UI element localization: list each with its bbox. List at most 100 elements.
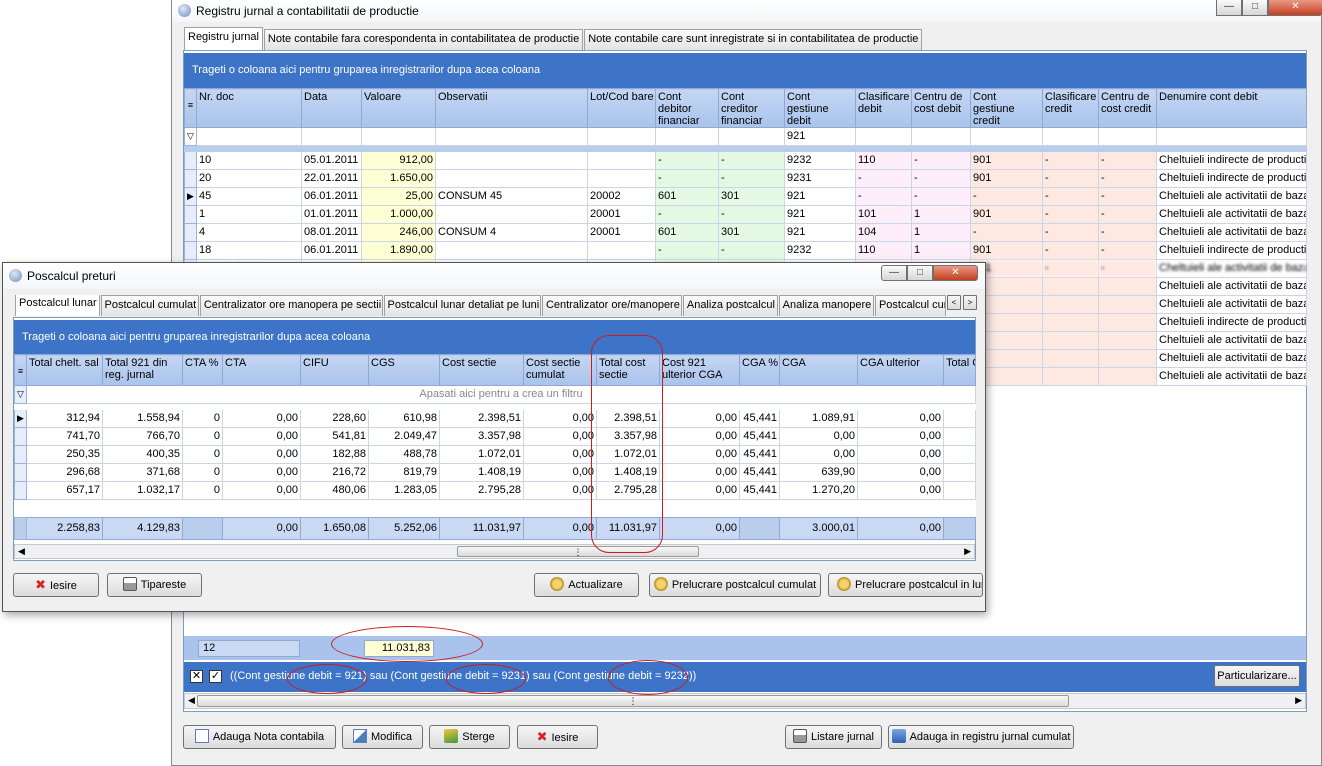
cell[interactable]: - <box>1042 241 1099 260</box>
cell[interactable]: 819,79 <box>368 463 440 482</box>
tab-postcalcul-cumulat[interactable]: Postcalcul cumulat <box>100 295 199 316</box>
cell[interactable]: - <box>655 151 719 170</box>
tab-analiza-manopere[interactable]: Analiza manopere <box>778 295 874 316</box>
column-chooser-icon[interactable]: ≡ <box>14 354 27 386</box>
popup-exit-button[interactable]: ✖ Iesire <box>13 573 99 597</box>
cell[interactable]: Cheltuieli indirecte de productie <box>1156 241 1307 260</box>
cell[interactable]: 20 <box>196 169 302 188</box>
cell[interactable]: 901 <box>970 241 1043 260</box>
col-centru-cost-credit[interactable]: Centru de cost credit <box>1098 88 1157 128</box>
cell[interactable]: 921 <box>784 205 856 224</box>
row-indicator[interactable] <box>14 463 27 482</box>
close-button[interactable]: ✕ <box>1268 0 1322 16</box>
journal-row[interactable]: ▶ 45 06.01.2011 25,00 CONSUM 45 20002 601 301 92… <box>184 187 1307 206</box>
cell[interactable]: 1.408,19 <box>439 463 524 482</box>
filter-cell[interactable] <box>911 127 971 146</box>
cell[interactable]: 05.01.2011 <box>301 151 362 170</box>
cell[interactable] <box>435 241 588 260</box>
cell[interactable] <box>943 445 976 464</box>
cell[interactable]: 912,00 <box>361 151 436 170</box>
cell[interactable]: 1 <box>196 205 302 224</box>
cell[interactable]: 901 <box>970 169 1043 188</box>
cell[interactable] <box>435 205 588 224</box>
col-clasificare-credit[interactable]: Clasificare credit <box>1042 88 1099 128</box>
cell[interactable] <box>943 463 976 482</box>
scroll-right-arrow[interactable]: ▶ <box>1295 695 1302 706</box>
col-cost-sectie[interactable]: Cost sectie <box>439 354 524 386</box>
popup-minimize-button[interactable]: — <box>881 265 907 281</box>
cell[interactable]: 371,68 <box>102 463 183 482</box>
create-filter-hint[interactable]: Apasati aici pentru a crea un filtru <box>26 385 976 404</box>
filter-cell[interactable] <box>196 127 302 146</box>
tab-postcalcul-detaliat[interactable]: Postcalcul lunar detaliat pe luni <box>383 295 541 316</box>
cell[interactable]: 0,00 <box>523 481 597 500</box>
cell[interactable]: 45,441 <box>739 409 780 428</box>
cell[interactable]: CONSUM 4 <box>435 223 588 242</box>
cell[interactable]: 0,00 <box>779 445 858 464</box>
column-chooser-icon[interactable]: ≡ <box>184 88 197 128</box>
cell[interactable]: 1 <box>911 223 971 242</box>
cell[interactable]: - <box>1042 223 1099 242</box>
add-entry-button[interactable]: Adauga Nota contabila <box>183 725 336 749</box>
col-cga-ulterior[interactable]: CGA ulterior <box>857 354 944 386</box>
cell[interactable]: - <box>1042 151 1099 170</box>
cell[interactable]: 1.089,91 <box>779 409 858 428</box>
cell[interactable] <box>1042 367 1099 386</box>
customize-button[interactable]: Particularizare... <box>1214 665 1300 687</box>
tab-centralizator-ore-sectii[interactable]: Centralizator ore manopera pe sectii <box>199 295 383 316</box>
cell[interactable]: 921 <box>784 223 856 242</box>
cell[interactable] <box>1098 349 1157 368</box>
col-valoare[interactable]: Valoare <box>361 88 436 128</box>
cell[interactable]: 1.650,00 <box>361 169 436 188</box>
cell[interactable] <box>587 169 656 188</box>
popup-horizontal-scrollbar[interactable]: ◀ ⋮ ▶ <box>14 544 975 559</box>
cell[interactable]: 0,00 <box>857 427 944 446</box>
cell[interactable]: Cheltuieli ale activitatii de baza <box>1156 349 1307 368</box>
main-scrollbar-thumb[interactable]: ⋮ <box>197 695 1069 707</box>
cell[interactable]: 0,00 <box>659 463 740 482</box>
filter-cell[interactable] <box>718 127 785 146</box>
cell[interactable]: 110 <box>855 241 912 260</box>
cell[interactable]: Cheltuieli indirecte de productie <box>1156 169 1307 188</box>
tab-postcalcul-lunar[interactable]: Postcalcul lunar <box>15 295 100 316</box>
row-indicator[interactable] <box>14 427 27 446</box>
filter-cell[interactable] <box>855 127 912 146</box>
postcalcul-row[interactable]: 296,68 371,68 0 0,00 216,72 819,79 1.408,19 0,0… <box>14 463 976 482</box>
cell[interactable]: - <box>718 169 785 188</box>
cell[interactable]: 1.270,20 <box>779 481 858 500</box>
col-cont-gestiune-debit[interactable]: Cont gestiune debit <box>784 88 856 128</box>
cell[interactable]: 45 <box>196 187 302 206</box>
cell[interactable]: 9231 <box>784 169 856 188</box>
group-by-area[interactable]: Trageti o coloana aici pentru gruparea i… <box>184 53 1306 88</box>
cell[interactable]: 312,94 <box>26 409 103 428</box>
cell[interactable]: 250,35 <box>26 445 103 464</box>
cell[interactable]: 1.283,05 <box>368 481 440 500</box>
col-denumire-cont-debit[interactable]: Denumire cont debit <box>1156 88 1307 128</box>
journal-row[interactable]: 20 22.01.2011 1.650,00- -9231- -901- - Cheltui… <box>184 169 1307 188</box>
cell[interactable]: 0,00 <box>523 463 597 482</box>
cell[interactable]: 0 <box>182 427 223 446</box>
filter-cell[interactable] <box>1098 127 1157 146</box>
cell[interactable]: - <box>970 223 1043 242</box>
cell[interactable]: 1.558,94 <box>102 409 183 428</box>
cell[interactable]: 0,00 <box>659 427 740 446</box>
cell[interactable]: Cheltuieli ale activitatii de baza <box>1156 205 1307 224</box>
journal-row[interactable]: 1 01.01.2011 1.000,00 20001- -921 101 1 901- - Ch… <box>184 205 1307 224</box>
cell[interactable]: 0,00 <box>222 445 301 464</box>
cell[interactable]: 0,00 <box>857 409 944 428</box>
cell[interactable]: 766,70 <box>102 427 183 446</box>
current-row-indicator-icon[interactable]: ▶ <box>184 187 197 206</box>
journal-row[interactable]: 18 06.01.2011 1.890,00- -9232 110 1 901- - Chelt… <box>184 241 1307 260</box>
cell[interactable]: 488,78 <box>368 445 440 464</box>
filter-cell[interactable] <box>1042 127 1099 146</box>
cell[interactable]: 0,00 <box>222 409 301 428</box>
cell[interactable]: 0 <box>182 463 223 482</box>
filter-cell[interactable] <box>1156 127 1307 146</box>
cell[interactable]: - <box>1042 187 1099 206</box>
cell[interactable]: 246,00 <box>361 223 436 242</box>
cell[interactable]: - <box>855 187 912 206</box>
current-row-indicator-icon[interactable]: ▶ <box>14 409 27 428</box>
exit-button[interactable]: ✖ Iesire <box>517 725 598 749</box>
maximize-button[interactable]: □ <box>1242 0 1268 16</box>
filter-cell[interactable] <box>970 127 1043 146</box>
